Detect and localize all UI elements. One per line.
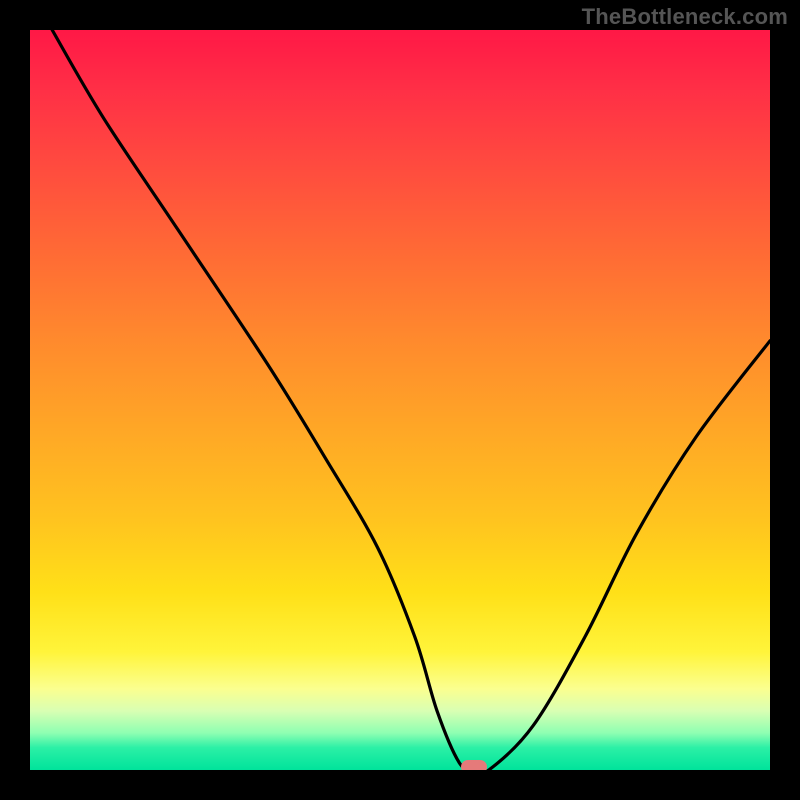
bottleneck-curve xyxy=(30,30,770,770)
curve-path xyxy=(52,30,770,770)
chart-frame: TheBottleneck.com xyxy=(0,0,800,800)
min-marker xyxy=(461,760,487,770)
plot-area xyxy=(30,30,770,770)
watermark-text: TheBottleneck.com xyxy=(582,4,788,30)
